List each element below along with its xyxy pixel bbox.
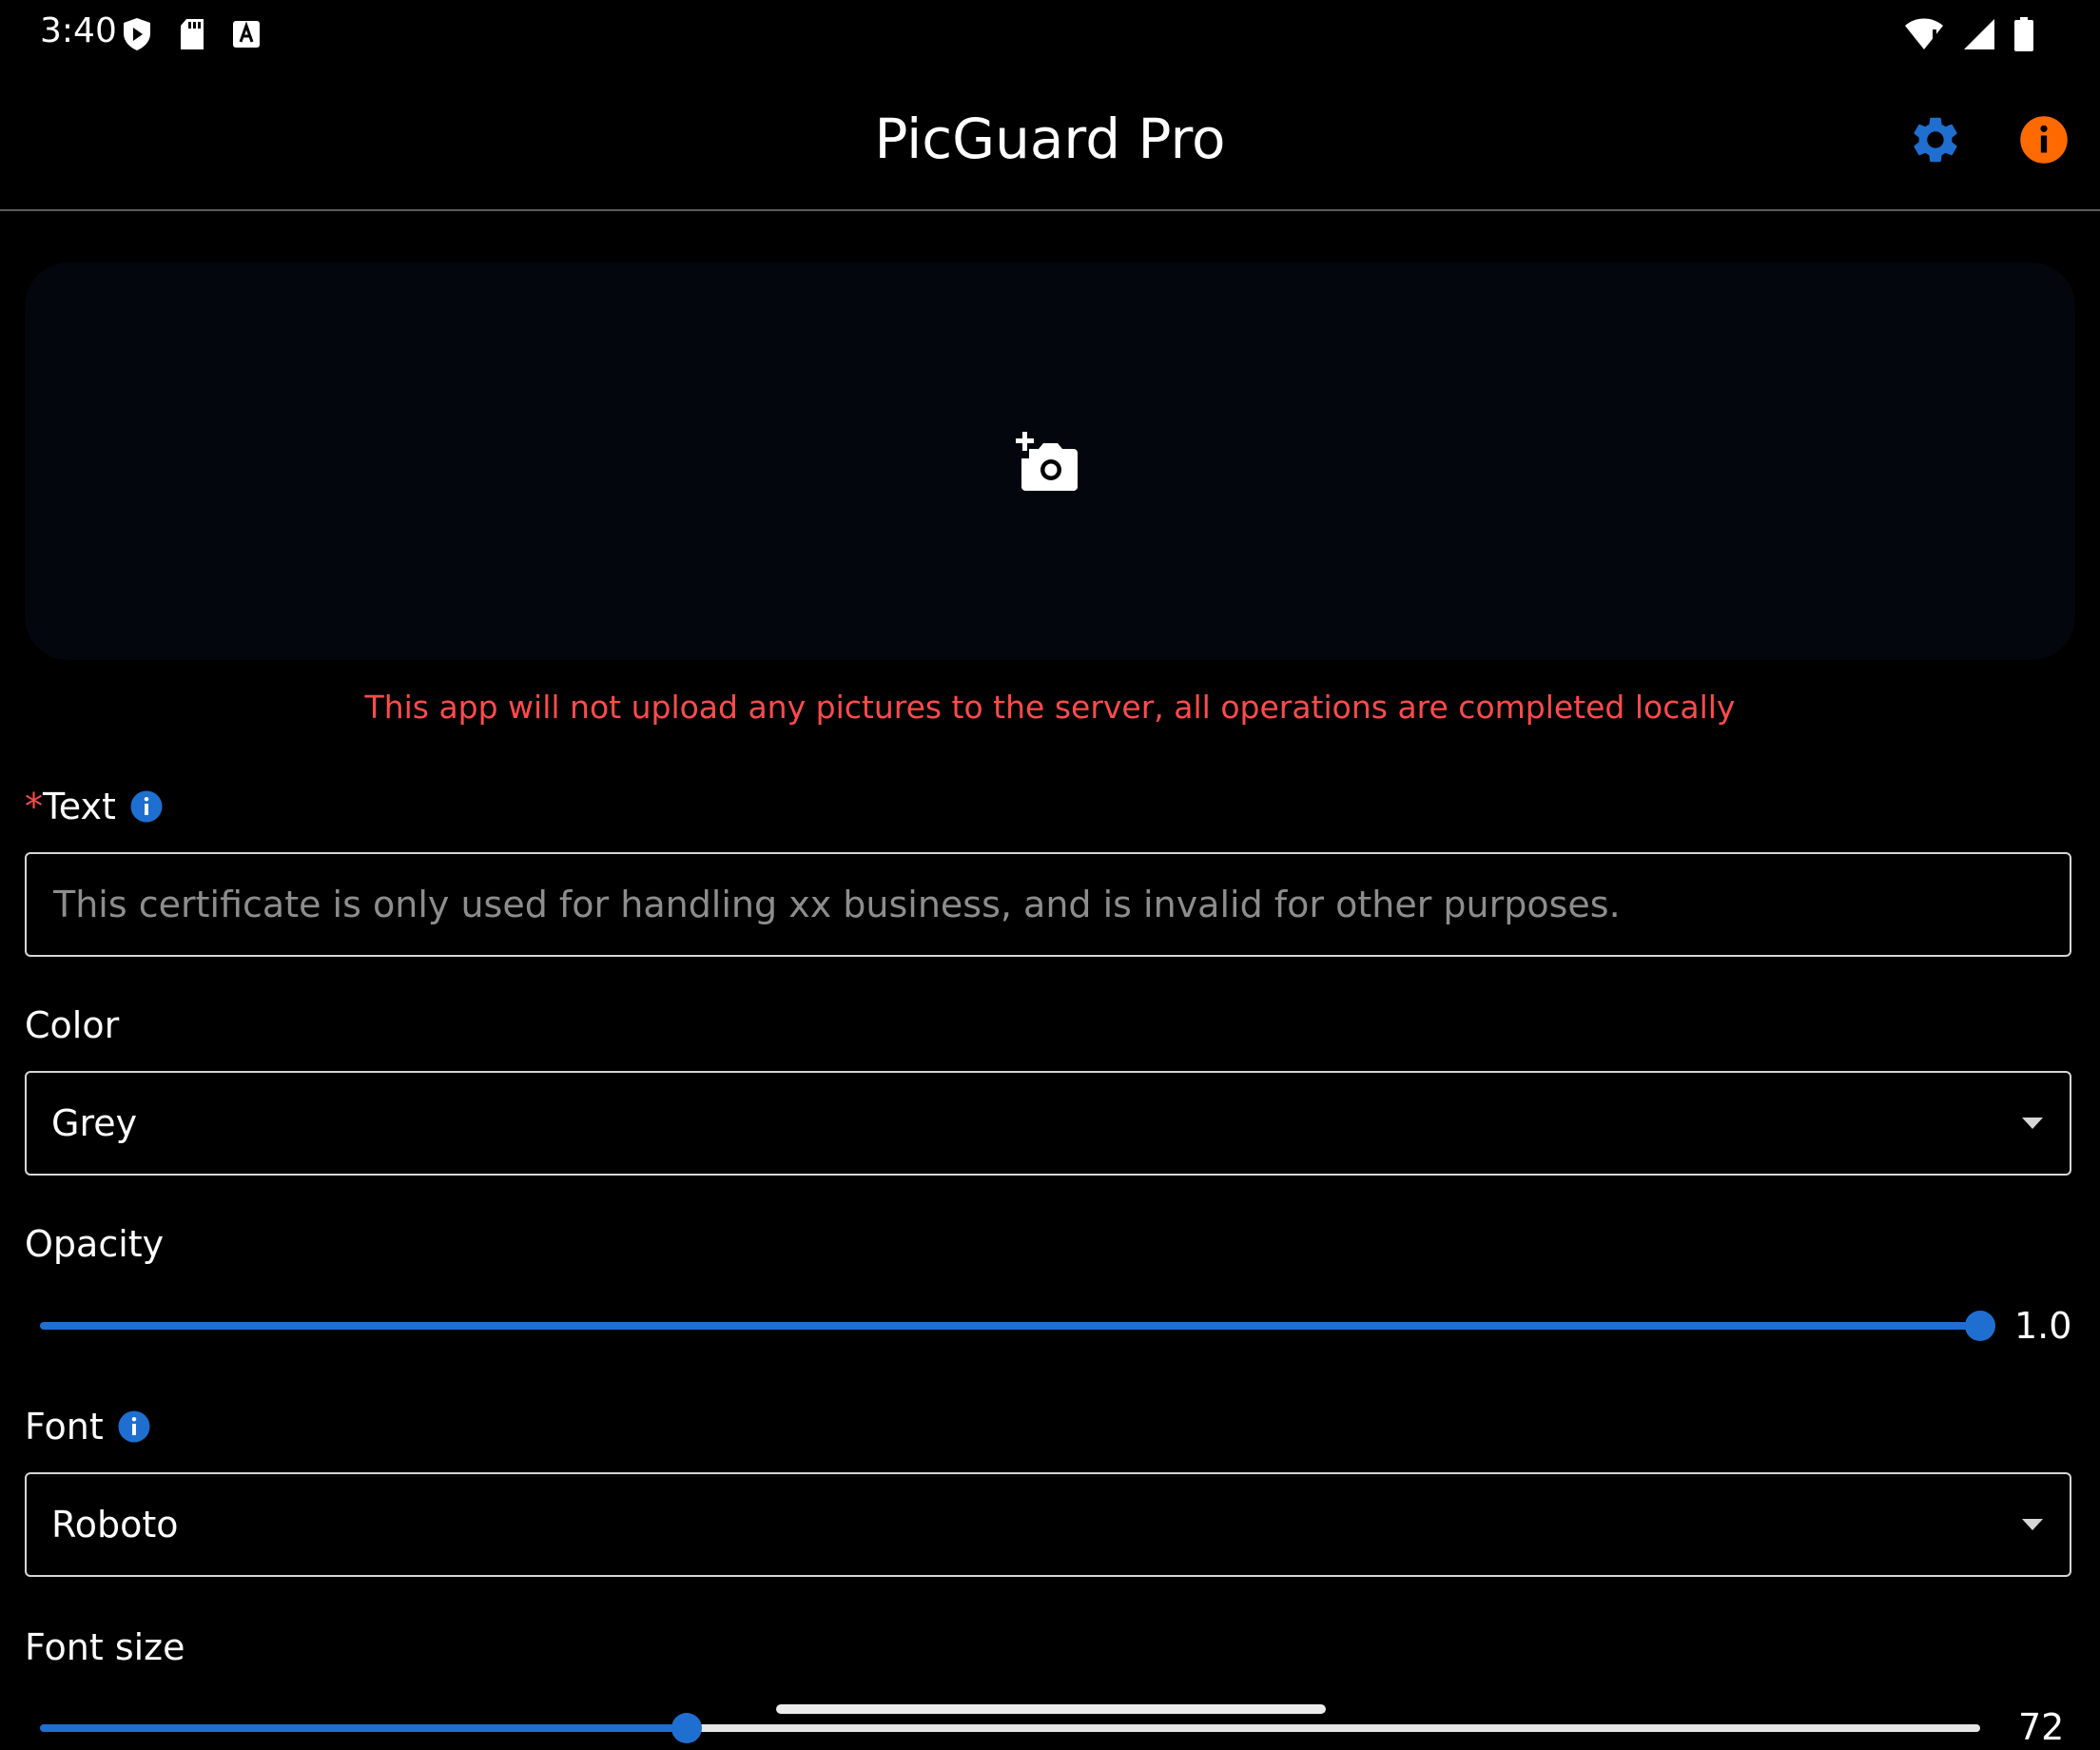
add-photo-button[interactable] bbox=[1016, 432, 1079, 491]
color-selected: Grey bbox=[51, 1102, 138, 1144]
font-size-label: Font size bbox=[25, 1626, 185, 1668]
font-size-value: 72 bbox=[2018, 1706, 2065, 1748]
font-size-slider-thumb[interactable] bbox=[671, 1713, 702, 1743]
gear-icon bbox=[1914, 117, 1957, 163]
appbar-divider bbox=[0, 209, 2100, 211]
add-photo-icon bbox=[1016, 432, 1078, 491]
font-dropdown[interactable]: Roboto bbox=[25, 1472, 2071, 1577]
color-dropdown[interactable]: Grey bbox=[25, 1071, 2071, 1176]
opacity-slider-track[interactable] bbox=[40, 1322, 1980, 1330]
status-right-icons bbox=[1904, 17, 2033, 51]
about-button[interactable] bbox=[2018, 114, 2070, 165]
text-label-text: Text bbox=[43, 786, 116, 827]
watermark-text-input[interactable] bbox=[51, 853, 2070, 956]
opacity-value: 1.0 bbox=[2014, 1305, 2072, 1347]
font-label-row: Font bbox=[25, 1406, 151, 1448]
text-info-icon[interactable] bbox=[129, 789, 164, 824]
status-time: 3:40 bbox=[40, 11, 117, 50]
color-label: Color bbox=[25, 1004, 120, 1046]
gesture-nav-handle[interactable] bbox=[776, 1704, 1326, 1714]
required-mark: * bbox=[25, 786, 43, 827]
info-icon bbox=[2020, 116, 2068, 164]
privacy-notice: This app will not upload any pictures to… bbox=[364, 689, 1736, 726]
font-a-icon bbox=[233, 21, 260, 48]
settings-button[interactable] bbox=[1908, 112, 1963, 167]
font-label: Font bbox=[25, 1406, 104, 1448]
font-selected: Roboto bbox=[51, 1504, 179, 1546]
app-title: PicGuard Pro bbox=[874, 107, 1226, 171]
opacity-slider-thumb[interactable] bbox=[1965, 1311, 1995, 1341]
wifi-alert-icon bbox=[1905, 18, 1943, 49]
battery-icon bbox=[2014, 17, 2033, 51]
chevron-down-icon bbox=[2022, 1519, 2043, 1530]
sd-card-icon bbox=[181, 19, 204, 49]
status-left-icons bbox=[122, 17, 261, 51]
cell-signal-icon bbox=[1964, 19, 1994, 49]
opacity-label: Opacity bbox=[25, 1223, 165, 1265]
font-size-slider-active[interactable] bbox=[40, 1724, 687, 1732]
chevron-down-icon bbox=[2022, 1118, 2043, 1129]
font-size-slider-inactive[interactable] bbox=[687, 1724, 1980, 1732]
shield-play-icon bbox=[124, 18, 150, 50]
text-label: *Text bbox=[25, 786, 116, 827]
text-label-row: *Text bbox=[25, 786, 164, 827]
font-info-icon[interactable] bbox=[117, 1410, 151, 1444]
text-field[interactable] bbox=[25, 852, 2071, 957]
